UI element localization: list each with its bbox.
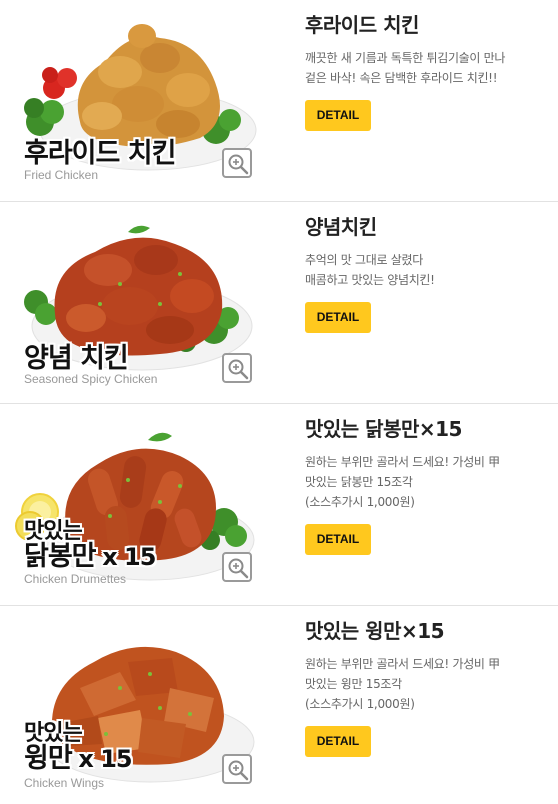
menu-item-chicken-wings: 맛있는 윙만 x 15 Chicken Wings 맛있는 윙만×15 원하는 …: [0, 606, 558, 804]
photo-subtitle: Chicken Drumettes: [24, 572, 127, 586]
fried-chicken-pieces: [77, 24, 221, 148]
item-name: 후라이드 치킨: [305, 13, 419, 37]
description-line: 매콤하고 맛있는 양념치킨!: [305, 273, 435, 287]
photo-title: 맛있는 닭봉만 x 15: [24, 519, 156, 573]
item-description: 원하는 부위만 골라서 드세요! 가성비 甲 맛있는 윙만 15조각 (소스추가…: [305, 654, 550, 714]
item-name: 양념치킨: [305, 215, 377, 239]
description-line: 맛있는 윙만 15조각: [305, 677, 402, 691]
fried-chicken-photo[interactable]: 후라이드 치킨 Fried Chicken: [10, 12, 260, 184]
menu-item-fried-chicken: 후라이드 치킨 Fried Chicken 후라이드 치킨 깨끗한 새 기름과 …: [0, 0, 558, 202]
photo-title-line1: 맛있는: [24, 721, 83, 746]
seasoned-chicken-pieces: [54, 225, 223, 356]
item-info: 맛있는 윙만×15 원하는 부위만 골라서 드세요! 가성비 甲 맛있는 윙만 …: [305, 618, 550, 757]
item-description: 추억의 맛 그대로 살렸다 매콤하고 맛있는 양념치킨!: [305, 250, 550, 290]
zoom-button[interactable]: [222, 353, 252, 383]
zoom-button[interactable]: [222, 754, 252, 784]
detail-button[interactable]: DETAIL: [305, 524, 371, 555]
description-line: 원하는 부위만 골라서 드세요! 가성비 甲: [305, 455, 500, 469]
description-line: 맛있는 닭봉만 15조각: [305, 475, 413, 489]
item-description: 원하는 부위만 골라서 드세요! 가성비 甲 맛있는 닭봉만 15조각 (소스추…: [305, 452, 550, 512]
description-line: 원하는 부위만 골라서 드세요! 가성비 甲: [305, 657, 500, 671]
magnifier-plus-icon: [228, 359, 249, 380]
item-name: 맛있는 윙만×15: [305, 619, 445, 643]
item-name: 맛있는 닭봉만×15: [305, 417, 462, 441]
photo-title-line1: 맛있는: [24, 519, 83, 544]
detail-button[interactable]: DETAIL: [305, 726, 371, 757]
detail-button[interactable]: DETAIL: [305, 302, 371, 333]
magnifier-plus-icon: [228, 760, 249, 781]
description-line: (소스추가시 1,000원): [305, 697, 415, 711]
detail-button[interactable]: DETAIL: [305, 100, 371, 131]
zoom-button[interactable]: [222, 148, 252, 178]
menu-item-chicken-drumettes: 맛있는 닭봉만 x 15 Chicken Drumettes 맛있는 닭봉만×1…: [0, 404, 558, 606]
photo-title: 양념 치킨: [24, 343, 129, 374]
wings-photo[interactable]: 맛있는 윙만 x 15 Chicken Wings: [10, 618, 260, 790]
photo-title-multiplier: x 15: [78, 745, 132, 774]
item-info: 맛있는 닭봉만×15 원하는 부위만 골라서 드세요! 가성비 甲 맛있는 닭봉…: [305, 416, 550, 555]
menu-list: 후라이드 치킨 Fried Chicken 후라이드 치킨 깨끗한 새 기름과 …: [0, 0, 558, 804]
description-line: 추억의 맛 그대로 살렸다: [305, 253, 423, 267]
magnifier-plus-icon: [228, 154, 249, 175]
item-info: 양념치킨 추억의 맛 그대로 살렸다 매콤하고 맛있는 양념치킨! DETAIL: [305, 214, 550, 333]
photo-title-line2: 닭봉만: [24, 541, 97, 573]
description-line: (소스추가시 1,000원): [305, 495, 415, 509]
item-description: 깨끗한 새 기름과 독특한 튀김기술이 만나 겉은 바삭! 속은 담백한 후라이…: [305, 48, 550, 88]
photo-title-line2: 윙만: [24, 743, 73, 775]
photo-title-multiplier: x 15: [102, 543, 156, 572]
photo-subtitle: Chicken Wings: [24, 776, 105, 790]
photo-title: 맛있는 윙만 x 15: [24, 721, 133, 775]
zoom-button[interactable]: [222, 552, 252, 582]
photo-subtitle: Seasoned Spicy Chicken: [24, 372, 158, 386]
magnifier-plus-icon: [228, 558, 249, 579]
item-info: 후라이드 치킨 깨끗한 새 기름과 독특한 튀김기술이 만나 겉은 바삭! 속은…: [305, 12, 550, 131]
seasoned-chicken-photo[interactable]: 양념 치킨 Seasoned Spicy Chicken: [10, 214, 260, 386]
description-line: 깨끗한 새 기름과 독특한 튀김기술이 만나: [305, 51, 506, 65]
photo-title: 후라이드 치킨: [24, 138, 176, 169]
description-line: 겉은 바삭! 속은 담백한 후라이드 치킨!!: [305, 71, 498, 85]
drumettes-photo[interactable]: 맛있는 닭봉만 x 15 Chicken Drumettes: [10, 416, 260, 588]
photo-subtitle: Fried Chicken: [24, 168, 99, 182]
menu-item-seasoned-chicken: 양념 치킨 Seasoned Spicy Chicken 양념치킨 추억의 맛 …: [0, 202, 558, 404]
cherry-tomato-icon: [42, 67, 77, 99]
